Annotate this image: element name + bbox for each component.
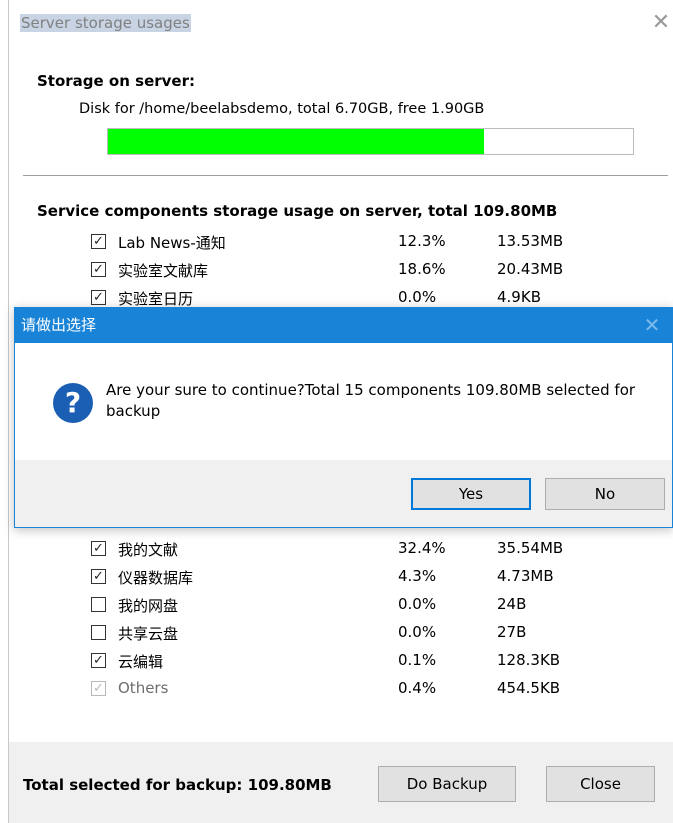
component-size: 4.9KB bbox=[497, 288, 541, 306]
component-name: 实验室日历 bbox=[118, 290, 194, 308]
checkbox-checked[interactable]: ✓ bbox=[91, 541, 106, 556]
checkbox-checked: ✓ bbox=[91, 681, 106, 696]
component-size: 20.43MB bbox=[497, 260, 564, 278]
component-size: 27B bbox=[497, 623, 527, 641]
component-name: 云编辑 bbox=[118, 653, 164, 671]
component-size: 454.5KB bbox=[497, 679, 561, 697]
disk-usage-bar bbox=[107, 128, 634, 155]
storage-heading: Storage on server: bbox=[37, 72, 195, 90]
component-name: Lab News-通知 bbox=[118, 234, 226, 252]
component-size: 24B bbox=[497, 595, 527, 613]
component-name: Others bbox=[118, 679, 169, 697]
component-percent: 4.3% bbox=[398, 567, 437, 585]
dialog-close-icon[interactable]: ✕ bbox=[640, 311, 664, 339]
component-name: 共享云盘 bbox=[118, 625, 179, 643]
do-backup-button[interactable]: Do Backup bbox=[378, 766, 516, 802]
close-button[interactable]: Close bbox=[546, 766, 655, 802]
disk-info: Disk for /home/beelabsdemo, total 6.70GB… bbox=[79, 101, 485, 117]
component-percent: 12.3% bbox=[398, 232, 446, 250]
component-row: ✓ 云编辑 0.1% 128.3KB bbox=[91, 650, 611, 672]
dialog-title: 请做出选择 bbox=[21, 316, 97, 334]
component-name: 我的网盘 bbox=[118, 597, 179, 615]
component-size: 35.54MB bbox=[497, 539, 564, 557]
component-percent: 0.4% bbox=[398, 679, 437, 697]
no-button[interactable]: No bbox=[545, 478, 665, 510]
component-row: ✓ 实验室文献库 18.6% 20.43MB bbox=[91, 259, 611, 281]
checkbox-checked[interactable]: ✓ bbox=[91, 262, 106, 277]
checkbox-unchecked[interactable] bbox=[91, 625, 106, 640]
component-row: 共享云盘 0.0% 27B bbox=[91, 622, 611, 644]
total-selected-text: Total selected for backup: 109.80MB bbox=[23, 776, 332, 794]
disk-usage-fill bbox=[108, 129, 484, 154]
component-percent: 0.0% bbox=[398, 595, 437, 613]
component-size: 128.3KB bbox=[497, 651, 561, 669]
component-size: 13.53MB bbox=[497, 232, 564, 250]
component-row: ✓ 实验室日历 0.0% 4.9KB bbox=[91, 287, 611, 309]
checkbox-checked[interactable]: ✓ bbox=[91, 290, 106, 305]
component-row: ✓ 仪器数据库 4.3% 4.73MB bbox=[91, 566, 611, 588]
component-row: ✓ 我的文献 32.4% 35.54MB bbox=[91, 538, 611, 560]
component-name: 实验室文献库 bbox=[118, 262, 209, 280]
window-footer: Total selected for backup: 109.80MB Do B… bbox=[9, 742, 673, 823]
component-row: ✓ Lab News-通知 12.3% 13.53MB bbox=[91, 231, 611, 253]
question-icon: ? bbox=[53, 383, 93, 423]
dialog-titlebar: 请做出选择 ✕ bbox=[15, 308, 672, 343]
checkbox-unchecked[interactable] bbox=[91, 597, 106, 612]
confirm-dialog: 请做出选择 ✕ ? Are your sure to continue?Tota… bbox=[14, 307, 673, 528]
component-name: 我的文献 bbox=[118, 541, 179, 559]
dialog-message: Are your sure to continue?Total 15 compo… bbox=[106, 381, 636, 420]
checkbox-checked[interactable]: ✓ bbox=[91, 234, 106, 249]
window-title: Server storage usages bbox=[20, 14, 191, 32]
dialog-footer: Yes No bbox=[15, 460, 672, 527]
component-percent: 32.4% bbox=[398, 539, 446, 557]
window-close-icon[interactable]: ✕ bbox=[650, 10, 672, 36]
services-heading: Service components storage usage on serv… bbox=[37, 202, 558, 220]
component-percent: 0.1% bbox=[398, 651, 437, 669]
component-size: 4.73MB bbox=[497, 567, 554, 585]
component-row: 我的网盘 0.0% 24B bbox=[91, 594, 611, 616]
component-percent: 0.0% bbox=[398, 623, 437, 641]
checkbox-checked[interactable]: ✓ bbox=[91, 569, 106, 584]
component-percent: 0.0% bbox=[398, 288, 437, 306]
component-row: ✓ Others 0.4% 454.5KB bbox=[91, 678, 611, 700]
component-name: 仪器数据库 bbox=[118, 569, 194, 587]
window-titlebar: Server storage usages ✕ bbox=[9, 0, 673, 46]
section-divider bbox=[23, 175, 668, 176]
component-percent: 18.6% bbox=[398, 260, 446, 278]
checkbox-checked[interactable]: ✓ bbox=[91, 653, 106, 668]
yes-button[interactable]: Yes bbox=[411, 478, 531, 510]
